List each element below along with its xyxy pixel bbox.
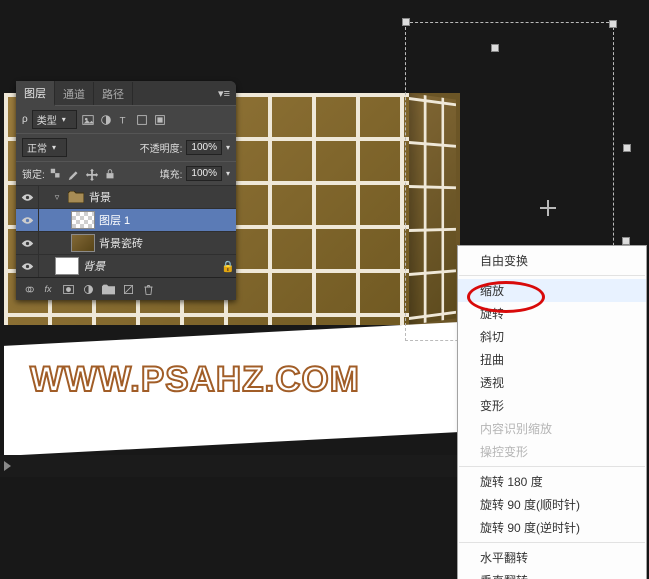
layer-row-background[interactable]: 背景 🔒 [16, 254, 236, 277]
adjustment-icon[interactable] [80, 281, 96, 297]
layer-thumbnail[interactable] [71, 234, 95, 252]
group-icon[interactable] [100, 281, 116, 297]
panel-menu-icon[interactable]: ▾≡ [212, 87, 236, 100]
layer-row[interactable]: 图层 1 [16, 208, 236, 231]
visibility-toggle[interactable] [16, 186, 39, 208]
visibility-toggle[interactable] [16, 255, 39, 277]
filter-kind-select[interactable]: 类型 [32, 110, 77, 129]
tab-layers[interactable]: 图层 [16, 81, 55, 106]
lock-position-icon[interactable] [85, 167, 99, 181]
menu-flip-horizontal[interactable]: 水平翻转 [458, 546, 646, 569]
layer-list: ▿ 背景 图层 1 背景瓷砖 背景 🔒 [16, 185, 236, 277]
menu-rotate[interactable]: 旋转 [458, 302, 646, 325]
filter-text-icon[interactable]: T [117, 113, 131, 127]
transform-handle[interactable] [491, 44, 499, 52]
fill-label: 填充: [160, 166, 183, 181]
chevron-down-icon[interactable]: ▾ [226, 143, 230, 152]
menu-content-aware-scale: 内容识别缩放 [458, 417, 646, 440]
folder-icon [67, 190, 85, 204]
transform-handle[interactable] [623, 144, 631, 152]
chevron-down-icon[interactable]: ▾ [226, 169, 230, 178]
layer-name[interactable]: 图层 1 [99, 212, 236, 228]
menu-distort[interactable]: 扭曲 [458, 348, 646, 371]
layer-row[interactable]: 背景瓷砖 [16, 231, 236, 254]
transform-handle[interactable] [622, 237, 630, 245]
layer-thumbnail[interactable] [55, 257, 79, 275]
menu-separator [459, 542, 645, 543]
tab-paths[interactable]: 路径 [94, 82, 133, 105]
menu-skew[interactable]: 斜切 [458, 325, 646, 348]
lock-all-icon[interactable] [103, 167, 117, 181]
menu-separator [459, 466, 645, 467]
layer-name[interactable]: 背景 [83, 258, 220, 274]
blend-mode-select[interactable]: 正常 [22, 138, 67, 157]
opacity-label: 不透明度: [140, 140, 183, 155]
opacity-value[interactable]: 100% [186, 140, 222, 155]
filter-kind-label: ρ [22, 114, 28, 125]
link-layers-icon[interactable] [20, 281, 36, 297]
lock-transparency-icon[interactable] [49, 167, 63, 181]
transform-handle[interactable] [402, 18, 410, 26]
filter-smart-icon[interactable] [153, 113, 167, 127]
visibility-toggle[interactable] [16, 232, 39, 254]
menu-separator [459, 275, 645, 276]
menu-perspective[interactable]: 透视 [458, 371, 646, 394]
menu-rotate-90-ccw[interactable]: 旋转 90 度(逆时针) [458, 516, 646, 539]
menu-puppet-warp: 操控变形 [458, 440, 646, 463]
menu-free-transform[interactable]: 自由变换 [458, 249, 646, 272]
lock-paint-icon[interactable] [67, 167, 81, 181]
layers-panel: 图层 通道 路径 ▾≡ ρ 类型 T 正常 不透明度: 100% ▾ 锁定: [16, 81, 236, 300]
tab-channels[interactable]: 通道 [55, 82, 94, 105]
lock-label: 锁定: [22, 166, 45, 181]
mask-icon[interactable] [60, 281, 76, 297]
layer-group-name[interactable]: 背景 [89, 189, 236, 205]
menu-flip-vertical[interactable]: 垂直翻转 [458, 569, 646, 579]
svg-text:T: T [119, 115, 125, 126]
menu-rotate-180[interactable]: 旋转 180 度 [458, 470, 646, 493]
layer-thumbnail[interactable] [71, 211, 95, 229]
trash-icon[interactable] [140, 281, 156, 297]
watermark: WWW.PSAHZ.COM [30, 360, 360, 400]
menu-warp[interactable]: 变形 [458, 394, 646, 417]
new-layer-icon[interactable] [120, 281, 136, 297]
menu-rotate-90-cw[interactable]: 旋转 90 度(顺时针) [458, 493, 646, 516]
layer-name[interactable]: 背景瓷砖 [99, 235, 236, 251]
panel-footer: fx [16, 277, 236, 300]
fill-value[interactable]: 100% [186, 166, 222, 181]
lock-icon[interactable]: 🔒 [220, 260, 236, 273]
filter-image-icon[interactable] [81, 113, 95, 127]
transform-context-menu: 自由变换 缩放 旋转 斜切 扭曲 透视 变形 内容识别缩放 操控变形 旋转 18… [457, 245, 647, 579]
fx-icon[interactable]: fx [40, 281, 56, 297]
transform-handle[interactable] [609, 20, 617, 28]
menu-scale[interactable]: 缩放 [458, 279, 646, 302]
timeline-bar[interactable] [0, 455, 460, 477]
visibility-toggle[interactable] [16, 209, 39, 231]
layer-group[interactable]: ▿ 背景 [16, 185, 236, 208]
play-icon[interactable] [4, 461, 11, 471]
disclosure-triangle-icon[interactable]: ▿ [51, 192, 63, 203]
filter-adjust-icon[interactable] [99, 113, 113, 127]
filter-shape-icon[interactable] [135, 113, 149, 127]
